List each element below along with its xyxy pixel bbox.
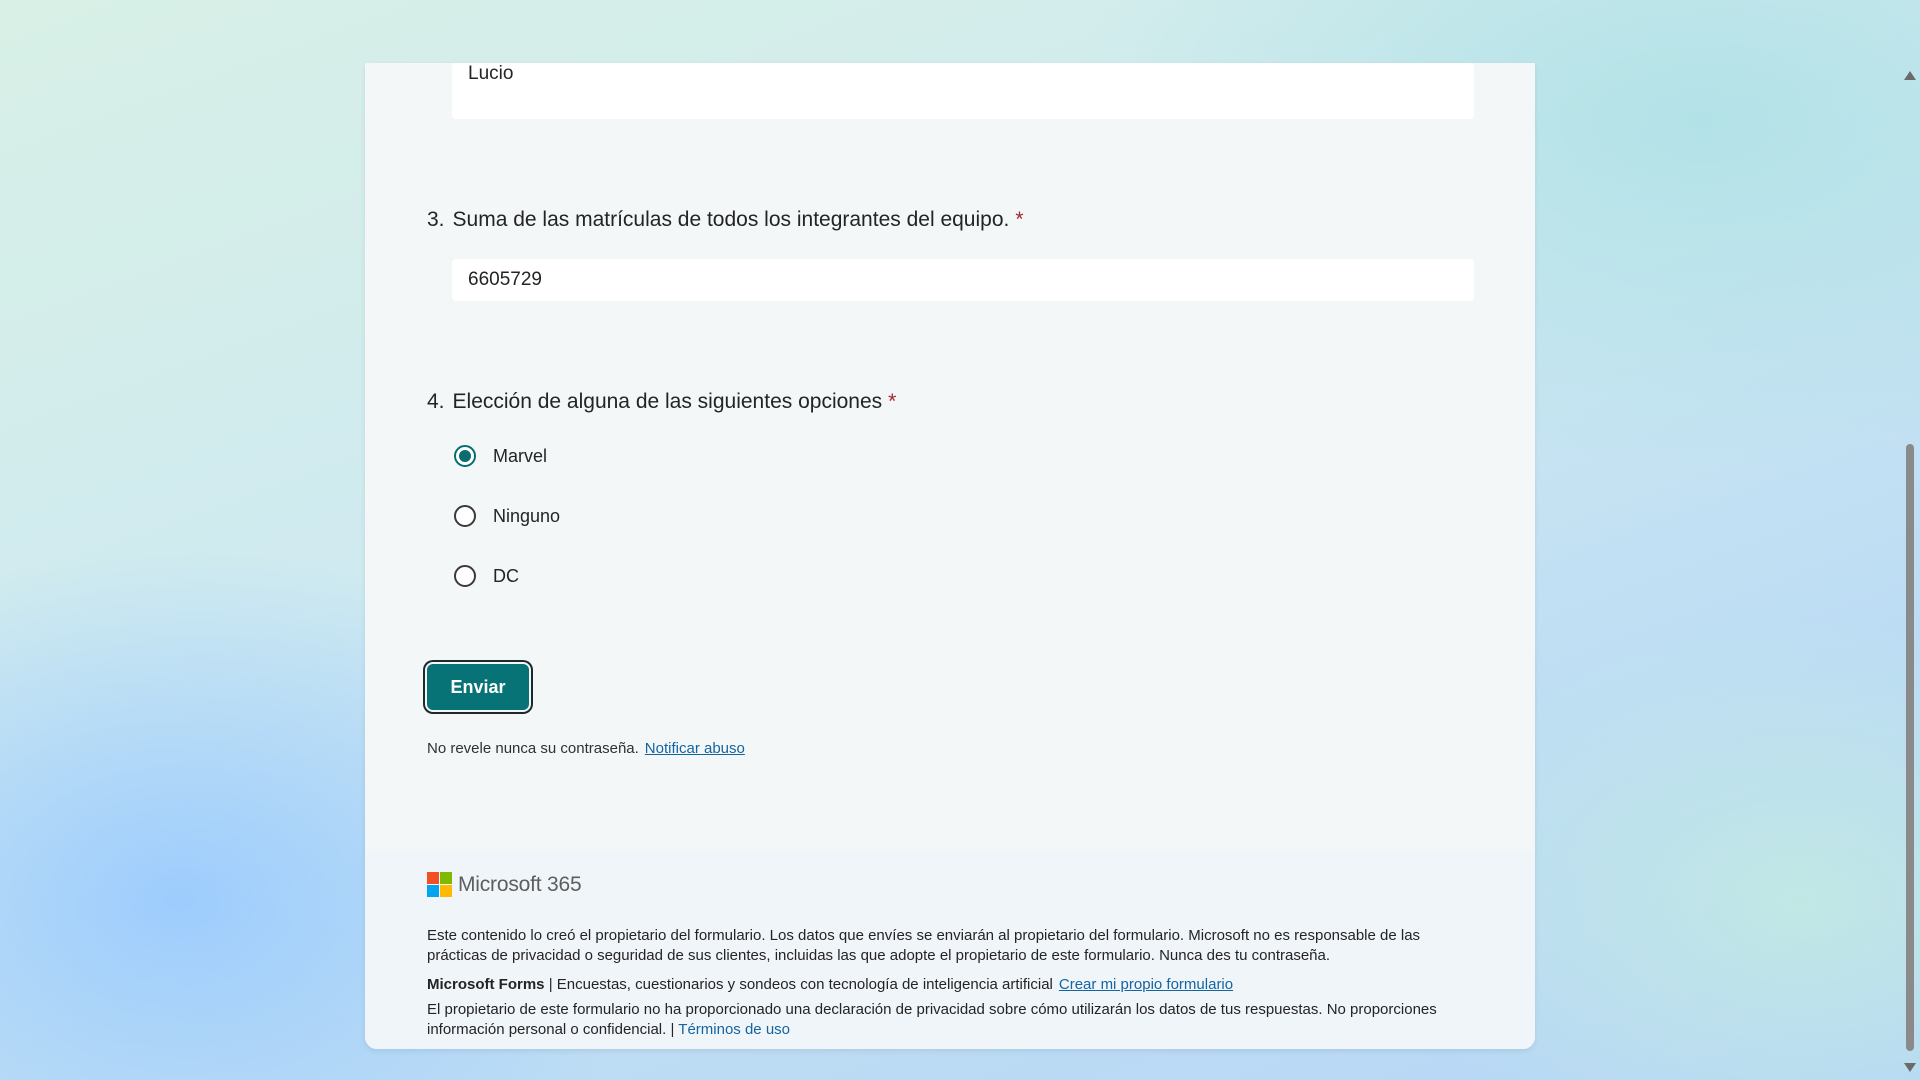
option-ninguno[interactable]: Ninguno — [454, 502, 560, 530]
answer-q3-value: 6605729 — [468, 269, 542, 290]
microsoft-logo-icon — [427, 872, 452, 897]
radio-ninguno[interactable] — [454, 505, 476, 527]
question-3-text: Suma de las matrículas de todos los inte… — [452, 208, 1010, 231]
answer-input-q3[interactable]: 6605729 — [452, 259, 1474, 301]
question-3-number: 3. — [427, 208, 445, 231]
microsoft-365-brand: Microsoft 365 — [427, 872, 582, 897]
answer-q2-value: Lucio — [468, 63, 514, 84]
forms-tagline: | Encuestas, cuestionarios y sondeos con… — [548, 976, 1053, 993]
question-4-text: Elección de alguna de las siguientes opc… — [452, 390, 883, 413]
forms-name: Microsoft Forms — [427, 976, 545, 993]
terms-link[interactable]: Términos de uso — [678, 1021, 790, 1038]
form-card: Lucio 3. Suma de las matrículas de todos … — [365, 63, 1535, 1049]
required-mark: * — [1015, 208, 1024, 231]
privacy-text: El propietario de este formulario no ha … — [427, 1001, 1437, 1038]
option-label-marvel: Marvel — [493, 445, 548, 466]
answer-input-q2[interactable]: Lucio — [452, 63, 1474, 119]
question-3: 3. Suma de las matrículas de todos los in… — [427, 208, 1024, 232]
option-marvel[interactable]: Marvel — [454, 442, 547, 470]
footer-privacy: El propietario de este formulario no ha … — [427, 1000, 1477, 1040]
scroll-up-arrow-icon[interactable] — [1904, 71, 1916, 80]
notice-text: No revele nunca su contraseña. — [427, 740, 639, 757]
scrollbar-thumb[interactable] — [1906, 444, 1914, 1051]
scroll-down-arrow-icon[interactable] — [1904, 1063, 1916, 1072]
option-label-dc: DC — [493, 565, 519, 586]
radio-dc[interactable] — [454, 565, 476, 587]
required-mark: * — [888, 390, 897, 413]
footer-disclaimer: Este contenido lo creó el propietario de… — [427, 927, 1421, 964]
report-abuse-link[interactable]: Notificar abuso — [645, 740, 745, 757]
password-notice: No revele nunca su contraseña. Notificar … — [427, 740, 745, 757]
brand-name: Microsoft 365 — [458, 872, 582, 896]
create-form-link[interactable]: Crear mi propio formulario — [1059, 976, 1233, 993]
option-dc[interactable]: DC — [454, 562, 519, 590]
footer: Microsoft 365 Este contenido lo creó el … — [365, 851, 1535, 1049]
radio-marvel[interactable] — [454, 445, 476, 467]
footer-forms-line: Microsoft Forms | Encuestas, cuestionari… — [427, 975, 1477, 995]
option-label-ninguno: Ninguno — [493, 505, 561, 526]
question-4-number: 4. — [427, 390, 445, 413]
question-4: 4. Elección de alguna de las siguientes o… — [427, 390, 896, 414]
submit-button[interactable]: Enviar — [427, 664, 529, 710]
vertical-scrollbar[interactable] — [1899, 63, 1920, 1080]
